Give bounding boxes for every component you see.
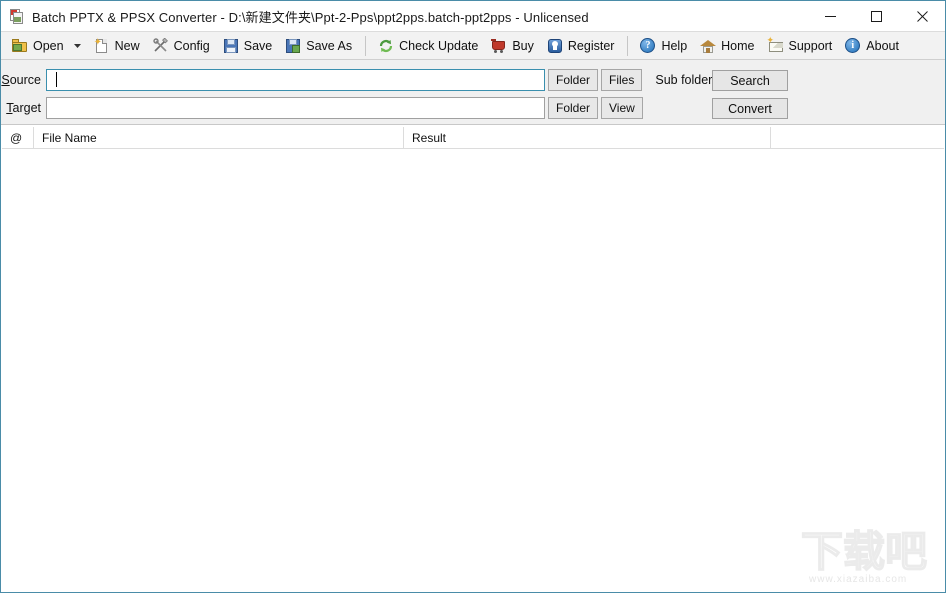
column-header-file-name[interactable]: File Name	[34, 126, 404, 149]
toolbar-support-button[interactable]: ✦ Support	[762, 34, 839, 57]
new-document-icon: ✦	[94, 37, 110, 54]
maximize-button[interactable]	[853, 1, 899, 31]
source-input[interactable]	[46, 69, 545, 91]
tools-icon	[152, 37, 169, 54]
toolbar-config-label: Config	[173, 38, 210, 53]
toolbar-about-label: About	[866, 38, 899, 53]
source-label: Source	[1, 73, 41, 87]
toolbar-support-label: Support	[788, 38, 833, 53]
source-row: Source Folder Files Sub folders	[1, 69, 945, 91]
toolbar-buy-label: Buy	[512, 38, 534, 53]
target-view-button[interactable]: View	[601, 97, 643, 119]
toolbar-buy-button[interactable]: Buy	[485, 34, 540, 57]
search-button[interactable]: Search	[712, 70, 788, 91]
target-folder-button[interactable]: Folder	[548, 97, 599, 119]
target-label: Target	[6, 101, 41, 115]
source-folder-button[interactable]: Folder	[548, 69, 599, 91]
application-window: Batch PPTX & PPSX Converter - D:\新建文件夹\P…	[0, 0, 946, 593]
file-list-body[interactable]	[2, 150, 944, 591]
toolbar-config-button[interactable]: Config	[147, 34, 216, 57]
target-row: Target Folder View	[1, 97, 945, 119]
toolbar-register-label: Register	[567, 38, 615, 53]
column-header-result[interactable]: Result	[404, 126, 771, 149]
target-input[interactable]	[46, 97, 545, 119]
toolbar-check-update-label: Check Update	[399, 38, 479, 53]
toolbar: Open ✦ New Config Save Save As Check Upd…	[1, 31, 945, 60]
info-circle-icon: i	[845, 37, 861, 54]
window-title: Batch PPTX & PPSX Converter - D:\新建文件夹\P…	[32, 9, 589, 25]
toolbar-separator-2	[627, 35, 629, 56]
envelope-icon: ✦	[767, 35, 784, 54]
toolbar-home-label: Home	[721, 38, 755, 53]
toolbar-new-label: New	[114, 38, 140, 53]
toolbar-open-button[interactable]: Open	[6, 34, 70, 57]
toolbar-new-button[interactable]: ✦ New	[88, 34, 146, 57]
toolbar-home-button[interactable]: Home	[694, 34, 760, 57]
conversion-form-panel: Source Folder Files Sub folders Target F…	[1, 60, 945, 125]
toolbar-register-button[interactable]: Register	[541, 34, 621, 57]
source-files-button[interactable]: Files	[601, 69, 643, 91]
convert-button[interactable]: Convert	[712, 98, 788, 119]
file-list: @ File Name Result	[2, 126, 944, 591]
open-folder-icon	[12, 38, 28, 54]
refresh-icon	[378, 38, 394, 54]
toolbar-separator-1	[365, 35, 367, 56]
house-icon	[700, 38, 717, 54]
toolbar-help-label: Help	[661, 38, 688, 53]
sub-folders-label: Sub folders	[655, 73, 719, 87]
register-key-icon	[547, 38, 563, 54]
open-dropdown-arrow-icon[interactable]	[71, 34, 85, 57]
toolbar-open-label: Open	[33, 38, 64, 53]
toolbar-check-update-button[interactable]: Check Update	[372, 34, 484, 57]
toolbar-help-button[interactable]: ? Help	[634, 34, 693, 57]
toolbar-save-button[interactable]: Save	[217, 34, 279, 57]
source-text-cursor	[56, 72, 57, 87]
toolbar-save-as-label: Save As	[306, 38, 353, 53]
title-bar: Batch PPTX & PPSX Converter - D:\新建文件夹\P…	[1, 1, 945, 31]
window-controls	[807, 1, 945, 31]
column-header-at[interactable]: @	[2, 126, 34, 149]
floppy-disk-green-icon	[285, 38, 301, 54]
floppy-disk-icon	[223, 38, 239, 54]
toolbar-save-as-button[interactable]: Save As	[279, 34, 358, 57]
shopping-cart-icon	[491, 38, 507, 54]
question-circle-icon: ?	[640, 37, 656, 54]
toolbar-about-button[interactable]: i About	[839, 34, 905, 57]
minimize-button[interactable]	[807, 1, 853, 31]
close-button[interactable]	[899, 1, 945, 31]
app-icon	[8, 8, 24, 24]
toolbar-save-label: Save	[243, 38, 273, 53]
file-list-header: @ File Name Result	[2, 126, 944, 149]
